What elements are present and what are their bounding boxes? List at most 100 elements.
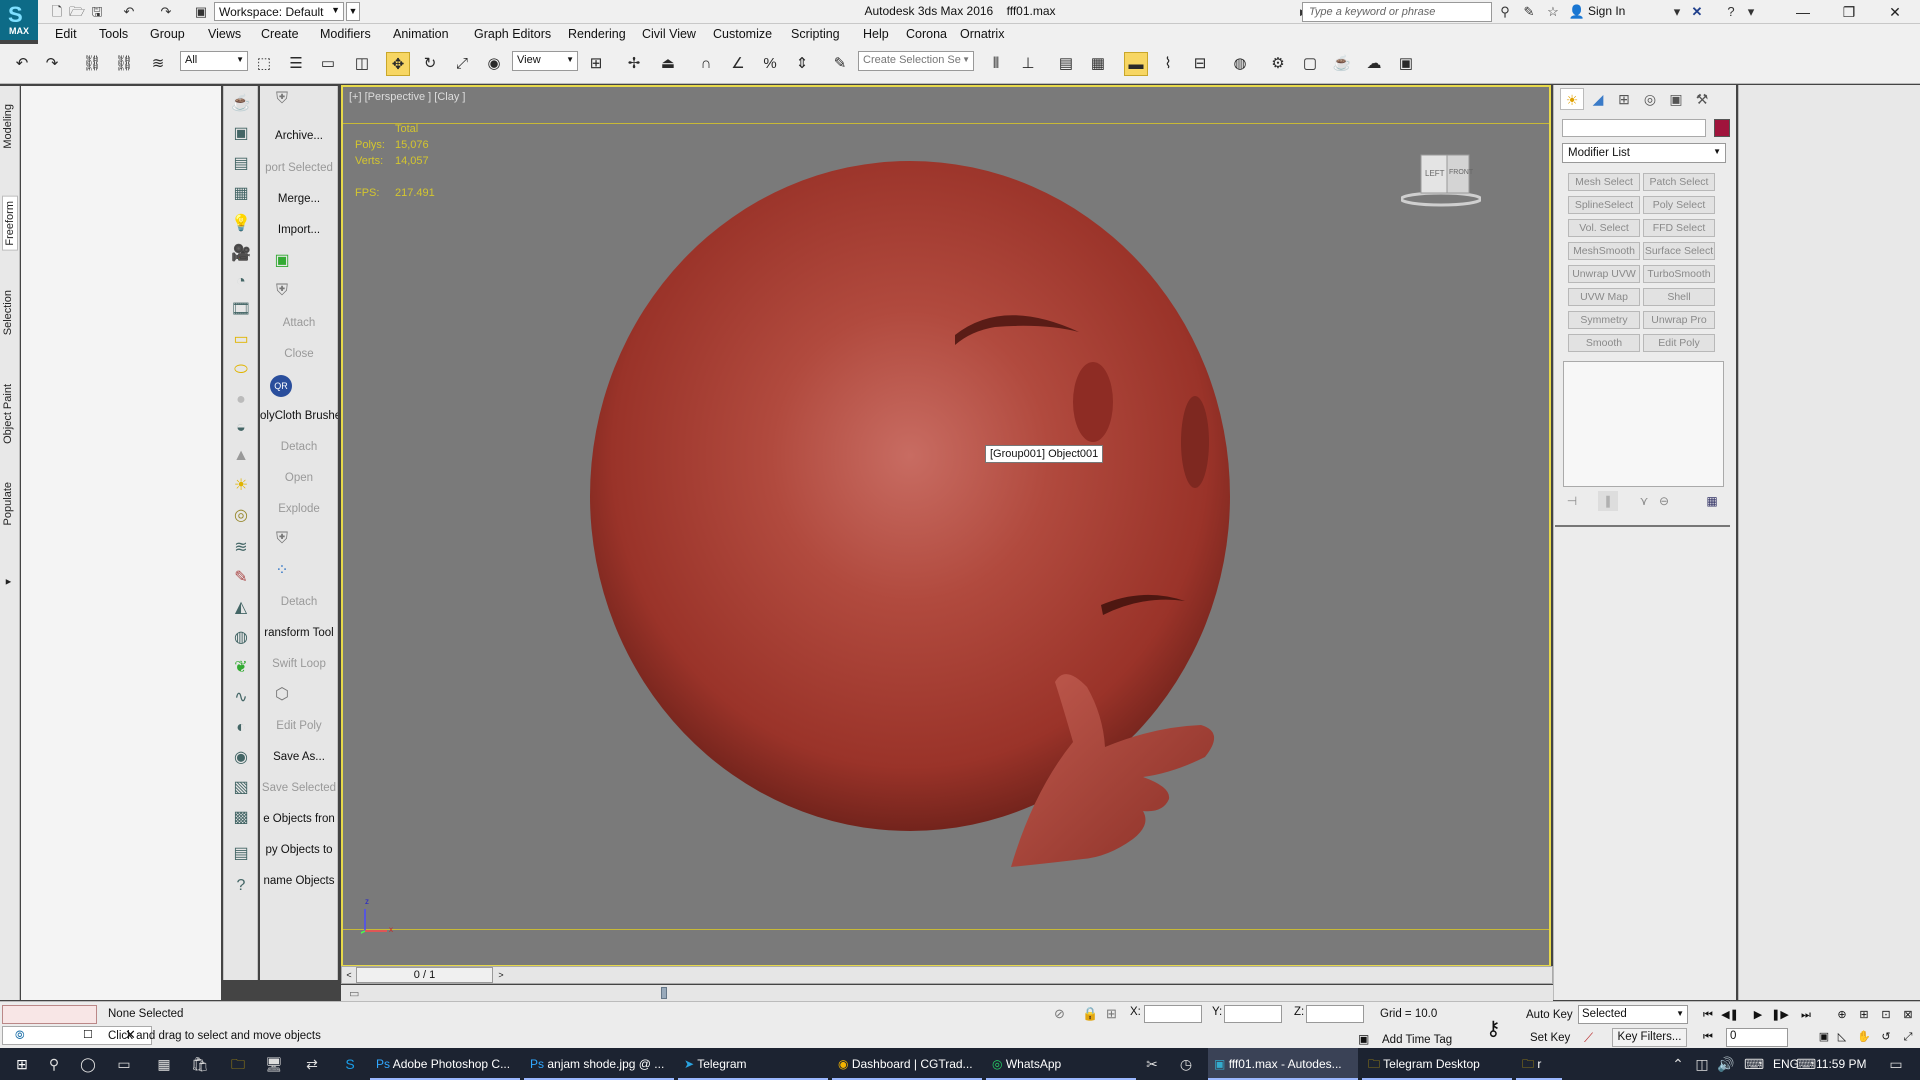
- material-editor-icon[interactable]: ◍: [1228, 52, 1252, 76]
- rename-objects-command[interactable]: name Objects: [260, 875, 338, 887]
- taskbar-telegram-desktop[interactable]: 🗀 Telegram Desktop: [1362, 1048, 1512, 1080]
- select-object-icon[interactable]: ⬚: [252, 52, 276, 76]
- next-frame-icon[interactable]: ❚▶: [1770, 1006, 1790, 1024]
- sphere-icon[interactable]: ●: [229, 388, 253, 412]
- menu-help[interactable]: Help: [863, 27, 889, 41]
- chevron-down-icon[interactable]: ▾: [1742, 3, 1760, 21]
- merge-command[interactable]: Merge...: [260, 193, 338, 205]
- ellipse-shape-icon[interactable]: ⬭: [229, 358, 253, 382]
- snaps-toggle-icon[interactable]: ∩: [694, 52, 718, 76]
- keyboard-shortcut-override-icon[interactable]: ⏏: [656, 52, 680, 76]
- menu-rendering[interactable]: Rendering: [568, 27, 626, 41]
- motion-tab-icon[interactable]: ◎: [1638, 88, 1662, 110]
- emoji-head[interactable]: [590, 161, 1230, 831]
- save-selected-command[interactable]: Save Selected: [260, 782, 338, 794]
- layers-icon[interactable]: ≋: [229, 536, 253, 560]
- next-frame-icon[interactable]: >: [494, 967, 508, 983]
- curve-editor-icon[interactable]: ⌇: [1156, 52, 1180, 76]
- meshsmooth-button[interactable]: MeshSmooth: [1568, 242, 1640, 260]
- list-icon[interactable]: ▤: [229, 152, 253, 176]
- menu-animation[interactable]: Animation: [393, 27, 449, 41]
- app-menu-button[interactable]: S MAX: [0, 0, 38, 40]
- menu-tools[interactable]: Tools: [99, 27, 128, 41]
- mirror-icon[interactable]: ⫴: [984, 52, 1008, 76]
- set-key-button[interactable]: Set Key: [1530, 1028, 1570, 1048]
- select-rotate-icon[interactable]: ↻: [418, 52, 442, 76]
- close-button[interactable]: ✕: [1872, 0, 1918, 24]
- current-frame-field[interactable]: 0: [1726, 1028, 1788, 1047]
- save-as-command[interactable]: Save As...: [260, 751, 338, 763]
- auto-key-button[interactable]: Auto Key: [1526, 1005, 1573, 1025]
- cone-icon[interactable]: ▲: [229, 444, 253, 468]
- sign-in-button[interactable]: Sign In: [1588, 4, 1625, 18]
- menu-civil-view[interactable]: Civil View: [642, 27, 696, 41]
- rectangular-selection-icon[interactable]: ▭: [316, 52, 340, 76]
- isolate-icon[interactable]: ⊘: [1054, 1006, 1065, 1022]
- utilities-tab-icon[interactable]: ⚒: [1690, 88, 1714, 110]
- go-to-start-icon[interactable]: ⏮: [1698, 1006, 1718, 1024]
- pan-icon[interactable]: ✋: [1854, 1028, 1874, 1046]
- image-icon[interactable]: ▣: [270, 250, 294, 272]
- grid-icon[interactable]: ▦: [229, 182, 253, 206]
- previous-frame-icon[interactable]: ◀❚: [1720, 1006, 1740, 1024]
- attach-command[interactable]: Attach: [260, 317, 338, 329]
- export-selected-command[interactable]: port Selected: [260, 162, 338, 174]
- percent-snap-icon[interactable]: %: [758, 52, 782, 76]
- chevron-down-icon[interactable]: ▾: [1668, 3, 1686, 21]
- named-selection-sets-dropdown[interactable]: Create Selection Se ▼: [858, 51, 974, 71]
- maximize-viewport-icon[interactable]: ⤢: [1898, 1028, 1918, 1046]
- system-clock[interactable]: 11:59 PM: [1816, 1048, 1866, 1080]
- select-move-icon[interactable]: ✥: [386, 52, 410, 76]
- menu-edit[interactable]: Edit: [55, 27, 77, 41]
- select-by-name-icon[interactable]: ☰: [284, 52, 308, 76]
- hierarchy-tab-icon[interactable]: ⊞: [1612, 88, 1636, 110]
- merge-objects-from-command[interactable]: e Objects fron: [260, 813, 338, 825]
- bowl-icon[interactable]: ◒: [229, 416, 253, 440]
- unlink-icon[interactable]: ⛓: [112, 52, 136, 76]
- unwrap-uvw-button[interactable]: Unwrap UVW: [1568, 265, 1640, 283]
- task-view-icon[interactable]: ▭: [114, 1054, 134, 1074]
- teapot-icon[interactable]: ☕: [229, 92, 253, 116]
- window-crossing-icon[interactable]: ◫: [350, 52, 374, 76]
- bind-space-warp-icon[interactable]: ≋: [146, 52, 170, 76]
- restore-icon[interactable]: ☐: [83, 1028, 93, 1041]
- help-icon[interactable]: ?: [1722, 3, 1740, 21]
- copy-objects-to-command[interactable]: py Objects to: [260, 844, 338, 856]
- zoom-extents-icon[interactable]: ⊡: [1876, 1006, 1896, 1024]
- menu-group[interactable]: Group: [150, 27, 185, 41]
- selection-filter-dropdown[interactable]: All ▼: [180, 51, 248, 71]
- speaker-icon[interactable]: ◔: [229, 270, 253, 294]
- remove-modifier-icon[interactable]: ⊖: [1654, 491, 1674, 511]
- detach-command-2[interactable]: Detach: [260, 596, 338, 608]
- angle-snap-icon[interactable]: ∠: [726, 52, 750, 76]
- binoculars-icon[interactable]: ⚲: [1496, 3, 1514, 21]
- modifier-list-dropdown[interactable]: Modifier List ▼: [1562, 143, 1726, 163]
- open-command[interactable]: Open: [260, 472, 338, 484]
- key-filters-button[interactable]: Key Filters...: [1612, 1028, 1687, 1047]
- swift-loop-command[interactable]: Swift Loop: [260, 658, 338, 670]
- render-in-cloud-icon[interactable]: ☁: [1362, 52, 1386, 76]
- new-file-icon[interactable]: 🗋: [48, 3, 66, 21]
- schematic-icon[interactable]: ▤: [229, 842, 253, 866]
- globe-icon[interactable]: ◍: [229, 626, 253, 650]
- edit-poly-command[interactable]: Edit Poly: [260, 720, 338, 732]
- menu-corona[interactable]: Corona: [906, 27, 947, 41]
- key-mode-toggle-icon[interactable]: ⏮: [1698, 1028, 1718, 1046]
- create-tab-icon[interactable]: ☀: [1560, 88, 1584, 110]
- ribbon-tab-freeform[interactable]: Freeform: [2, 196, 18, 251]
- taskbar-photoshop-document[interactable]: Ps anjam shode.jpg @ ...: [524, 1048, 674, 1080]
- undo-icon[interactable]: ↶: [120, 3, 138, 21]
- rectangle-shape-icon[interactable]: ▭: [229, 328, 253, 352]
- import-command[interactable]: Import...: [260, 224, 338, 236]
- open-file-icon[interactable]: 🗁: [68, 3, 86, 21]
- zoom-all-icon[interactable]: ⊞: [1854, 1006, 1874, 1024]
- menu-customize[interactable]: Customize: [713, 27, 772, 41]
- minimize-button[interactable]: —: [1780, 0, 1826, 24]
- taskbar-3dsmax[interactable]: ▣ fff01.max - Autodes...: [1208, 1048, 1358, 1080]
- camera-icon[interactable]: 🎥: [229, 242, 253, 266]
- redo-icon[interactable]: ↷: [157, 3, 175, 21]
- taskbar-photoshop[interactable]: Ps Adobe Photoshop C...: [370, 1048, 520, 1080]
- taskbar-folder-r[interactable]: 🗀 r: [1516, 1048, 1562, 1080]
- sphere-blue-icon[interactable]: ◉: [229, 746, 253, 770]
- close-command[interactable]: Close: [260, 348, 338, 360]
